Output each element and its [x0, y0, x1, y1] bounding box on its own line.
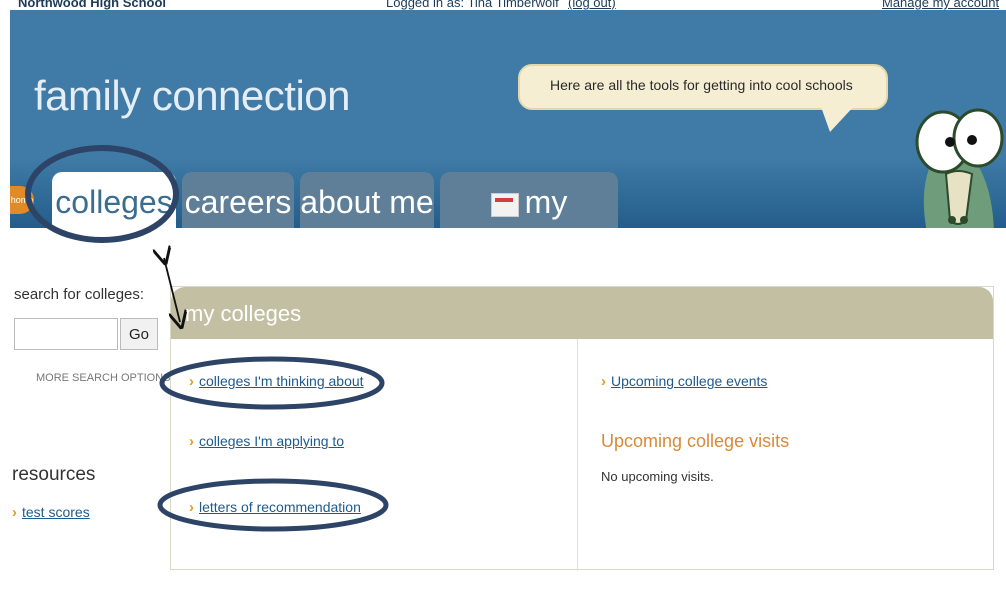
more-search-options-link[interactable]: MORE SEARCH OPTIONS >> [36, 372, 186, 384]
chevron-right-icon: › [12, 504, 17, 521]
tab-careers[interactable]: careers [182, 172, 294, 228]
chevron-right-icon: › [189, 373, 194, 390]
panel-header: my colleges [171, 287, 993, 339]
my-colleges-panel: my colleges › colleges I'm thinking about… [170, 286, 994, 571]
manage-account-link[interactable]: Manage my account [882, 0, 999, 10]
college-search-input[interactable] [14, 318, 118, 350]
upcoming-college-events-link[interactable]: Upcoming college events [611, 373, 767, 389]
list-item-upcoming-events[interactable]: › Upcoming college events [601, 373, 767, 391]
chevron-right-icon: › [601, 373, 606, 390]
search-label: search for colleges: [14, 286, 145, 303]
speech-bubble-text: Here are all the tools for getting into … [550, 77, 853, 93]
sidebar: search for colleges: Go MORE SEARCH OPTI… [10, 228, 186, 590]
upcoming-visits-heading: Upcoming college visits [601, 431, 790, 451]
top-bar: Northwood High School Logged in as: Tina… [0, 0, 1006, 10]
list-item-letters[interactable]: › letters of recommendation [189, 499, 361, 517]
resources-item-test-scores[interactable]: › test scores [12, 504, 90, 522]
chevron-right-icon: › [189, 499, 194, 516]
tab-colleges[interactable]: colleges [52, 172, 176, 228]
chevron-right-icon: › [189, 433, 194, 450]
logout-link[interactable]: (log out) [568, 0, 616, 10]
speech-bubble: Here are all the tools for getting into … [518, 64, 888, 132]
panel-title: my colleges [185, 301, 302, 326]
list-item-thinking-about[interactable]: › colleges I'm thinking about [189, 373, 364, 391]
logged-in-text: Logged in as: Tina Timberwolf [386, 0, 559, 10]
alligator-mascot-icon [915, 108, 1004, 228]
site-header: family connection Here are all the tools… [10, 10, 1006, 228]
brand-title: family connection [34, 72, 351, 119]
test-scores-link[interactable]: test scores [22, 504, 90, 520]
letters-of-recommendation-link[interactable]: letters of recommendation [199, 499, 361, 515]
list-item-applying-to[interactable]: › colleges I'm applying to [189, 433, 344, 451]
colleges-applying-to-link[interactable]: colleges I'm applying to [199, 433, 344, 449]
no-visits-text: No upcoming visits. [601, 469, 714, 484]
school-name: Northwood High School [18, 0, 167, 10]
go-button[interactable]: Go [120, 318, 158, 350]
calendar-icon [490, 192, 519, 217]
tab-my-planner[interactable]: my planner [440, 172, 618, 228]
colleges-thinking-about-link[interactable]: colleges I'm thinking about [199, 373, 364, 389]
tab-about-me[interactable]: about me [300, 172, 434, 228]
resources-heading: resources [12, 464, 96, 485]
